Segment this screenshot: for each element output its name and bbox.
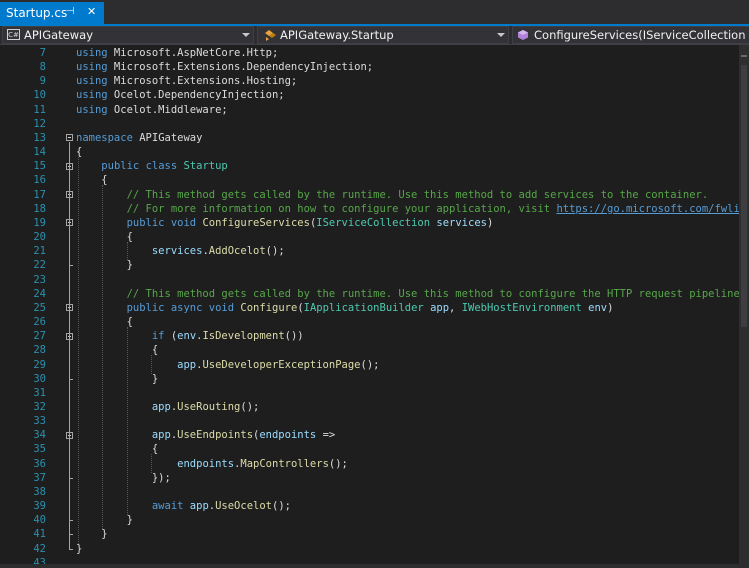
- line-number: 36: [33, 457, 46, 470]
- code-line[interactable]: }: [76, 513, 133, 527]
- member-dropdown[interactable]: ConfigureServices(IServiceCollection ser…: [512, 26, 749, 44]
- line-number: 27: [33, 330, 46, 343]
- code-line[interactable]: });: [76, 471, 171, 485]
- code-line[interactable]: {: [76, 315, 133, 329]
- line-number: 39: [33, 500, 46, 513]
- chevron-down-icon[interactable]: [497, 33, 505, 37]
- line-number: 11: [33, 103, 46, 116]
- code-line[interactable]: // For more information on how to config…: [76, 202, 749, 216]
- code-line[interactable]: app.UseEndpoints(endpoints =>: [76, 428, 335, 442]
- outline-end-tick: [69, 265, 73, 267]
- code-line[interactable]: using Ocelot.Middleware;: [76, 103, 228, 117]
- outline-line: [69, 141, 70, 549]
- code-line[interactable]: public void ConfigureServices(IServiceCo…: [76, 216, 494, 230]
- code-line[interactable]: services.AddOcelot();: [76, 244, 285, 258]
- outline-end-tick: [69, 378, 73, 380]
- line-number: 28: [33, 344, 46, 357]
- method-icon: [518, 30, 528, 40]
- code-line[interactable]: app.UseDeveloperExceptionPage();: [76, 358, 379, 372]
- scrollbar-thumb[interactable]: [741, 65, 747, 327]
- line-number: 8: [39, 61, 46, 74]
- line-number: 10: [33, 89, 46, 102]
- pin-icon[interactable]: ⊣: [66, 6, 75, 17]
- outline-end-tick: [69, 520, 73, 522]
- outline-end-tick: [69, 548, 73, 550]
- line-number: 9: [39, 75, 46, 88]
- line-number: 38: [33, 485, 46, 498]
- code-line[interactable]: await app.UseOcelot();: [76, 499, 291, 513]
- code-line[interactable]: public class Startup: [76, 159, 227, 173]
- line-number: 30: [33, 372, 46, 385]
- line-number: 21: [33, 245, 46, 258]
- code-line[interactable]: using Microsoft.AspNetCore.Http;: [76, 46, 278, 60]
- line-number: 42: [33, 542, 46, 555]
- code-line[interactable]: {: [76, 173, 107, 187]
- line-number: 18: [33, 202, 46, 215]
- code-editor[interactable]: 7 8 9 10 11 12 13 14 15 16 17 18 19 20 21 22 23 24 25 26 27 2…: [0, 45, 749, 564]
- line-number: 37: [33, 471, 46, 484]
- code-line[interactable]: endpoints.MapControllers();: [76, 457, 348, 471]
- csharp-project-icon: C#: [7, 29, 20, 40]
- tab-startup-cs[interactable]: Startup.cs ⊣ ✕: [0, 2, 104, 24]
- tab-title: Startup.cs: [6, 6, 68, 20]
- line-number: 19: [33, 216, 46, 229]
- chevron-down-icon[interactable]: [242, 33, 250, 37]
- line-number: 34: [33, 429, 46, 442]
- line-number: 7: [39, 47, 46, 59]
- project-dropdown-label: APIGateway: [24, 28, 93, 42]
- line-number: 31: [33, 386, 46, 399]
- line-number: 12: [33, 117, 46, 130]
- line-number: 24: [33, 287, 46, 300]
- class-dropdown-label: APIGateway.Startup: [280, 28, 394, 42]
- code-line[interactable]: using Microsoft.Extensions.Hosting;: [76, 74, 297, 88]
- line-number: 23: [33, 273, 46, 286]
- line-number: 20: [33, 231, 46, 244]
- line-number: 43: [33, 556, 46, 564]
- line-number: 14: [33, 146, 46, 159]
- scroll-marker: [741, 55, 747, 57]
- vertical-scrollbar[interactable]: [739, 45, 749, 564]
- project-dropdown[interactable]: C# APIGateway: [2, 26, 254, 44]
- code-line[interactable]: {: [76, 145, 82, 159]
- line-number: 16: [33, 174, 46, 187]
- line-number: 29: [33, 358, 46, 371]
- code-line[interactable]: // This method gets called by the runtim…: [76, 188, 709, 202]
- member-dropdown-label: ConfigureServices(IServiceCollection ser…: [534, 28, 749, 42]
- code-line[interactable]: // This method gets called by the runtim…: [76, 287, 747, 301]
- code-line[interactable]: }: [76, 527, 107, 541]
- line-number: 22: [33, 259, 46, 272]
- line-number: 15: [33, 160, 46, 173]
- outline-end-tick: [69, 534, 73, 536]
- code-line[interactable]: }: [76, 542, 82, 556]
- class-dropdown[interactable]: APIGateway.Startup: [257, 26, 509, 44]
- code-line[interactable]: {: [76, 343, 158, 357]
- navigation-bar: C# APIGateway APIGateway.Startup Configu…: [0, 26, 749, 45]
- line-number: 40: [33, 514, 46, 527]
- code-line[interactable]: public async void Configure(IApplication…: [76, 301, 614, 315]
- class-icon: [265, 30, 276, 41]
- collapse-icon[interactable]: [66, 134, 73, 142]
- code-line[interactable]: }: [76, 258, 133, 272]
- code-line[interactable]: using Ocelot.DependencyInjection;: [76, 88, 285, 102]
- line-number: 33: [33, 415, 46, 428]
- code-line[interactable]: using Microsoft.Extensions.DependencyInj…: [76, 60, 373, 74]
- line-number: 17: [33, 188, 46, 201]
- line-number: 32: [33, 401, 46, 413]
- code-line[interactable]: if (env.IsDevelopment()): [76, 329, 304, 343]
- code-line[interactable]: namespace APIGateway: [76, 131, 202, 145]
- horizontal-scrollbar[interactable]: [0, 564, 749, 568]
- line-number: 41: [33, 528, 46, 541]
- code-line[interactable]: app.UseRouting();: [76, 400, 259, 414]
- code-line[interactable]: {: [76, 442, 158, 456]
- outline-end-tick: [69, 477, 73, 479]
- line-number: 13: [33, 131, 46, 144]
- document-tab-strip: Startup.cs ⊣ ✕: [0, 0, 749, 24]
- line-number: 26: [33, 316, 46, 329]
- line-number: 35: [33, 443, 46, 456]
- line-number: 25: [33, 301, 46, 314]
- code-line[interactable]: {: [76, 230, 133, 244]
- close-icon[interactable]: ✕: [87, 5, 96, 18]
- selection-margin: [0, 45, 12, 564]
- code-line[interactable]: }: [76, 372, 158, 386]
